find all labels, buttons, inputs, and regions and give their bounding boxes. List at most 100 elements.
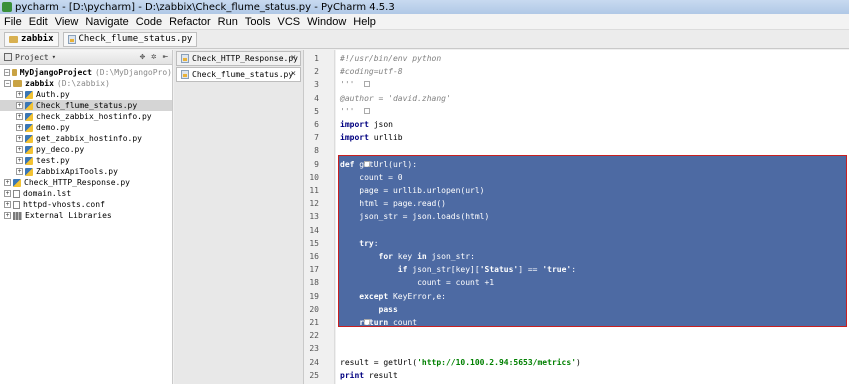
tree-item-label: Check_HTTP_Response.py [24, 178, 130, 187]
tree-item-label: External Libraries [25, 211, 112, 220]
code-line[interactable]: ''' [340, 78, 354, 91]
menu-refactor[interactable]: Refactor [167, 16, 216, 28]
collapse-all-icon[interactable]: ✥ [140, 52, 145, 62]
fold-marker-icon[interactable] [364, 107, 370, 114]
tree-item[interactable]: + get_zabbix_hostinfo.py [0, 133, 172, 144]
code-line[interactable]: pass [340, 303, 398, 316]
code-line[interactable]: result = getUrl('http://10.100.2.94:5653… [340, 356, 581, 369]
expand-toggle-icon[interactable]: + [16, 91, 23, 98]
code-line[interactable]: #coding=utf-8 [340, 65, 403, 78]
line-number: 15 [309, 238, 319, 248]
line-number: 22 [309, 331, 319, 341]
tab-check-flume-status[interactable]: Check_flume_status.py × [176, 67, 301, 82]
line-number: 8 [314, 146, 319, 156]
settings-icon[interactable]: ✲ [151, 52, 156, 62]
close-icon[interactable]: × [291, 69, 296, 79]
code-line[interactable]: @author = 'david.zhang' [340, 92, 451, 105]
menu-edit[interactable]: Edit [27, 16, 53, 28]
code-line[interactable]: except KeyError,e: [340, 290, 446, 303]
python-file-icon [25, 123, 33, 132]
tree-item[interactable]: + demo.py [0, 122, 172, 133]
tree-item[interactable]: + Auth.py [0, 89, 172, 100]
tree-item[interactable]: + py_deco.py [0, 144, 172, 155]
expand-toggle-icon[interactable]: + [4, 190, 11, 197]
line-number: 19 [309, 291, 319, 301]
tree-item[interactable]: + External Libraries [0, 210, 172, 221]
tree-item[interactable]: + check_zabbix_hostinfo.py [0, 111, 172, 122]
line-number: 18 [309, 278, 319, 288]
code-line[interactable]: for key in json_str: [340, 250, 475, 263]
menu-help[interactable]: Help [351, 16, 381, 28]
tree-item[interactable]: + Check_flume_status.py [0, 100, 172, 111]
code-line[interactable]: json_str = json.loads(html) [340, 210, 489, 223]
tree-item-label: domain.lst [23, 189, 72, 198]
line-number: 10 [309, 172, 319, 182]
code-line[interactable]: count = 0 [340, 171, 402, 184]
project-panel-header[interactable]: Project ▾ ✥ ✲ ⇤ [0, 50, 172, 65]
expand-toggle-icon[interactable]: + [16, 146, 23, 153]
tree-item[interactable]: − zabbix (D:\zabbix) [0, 78, 172, 89]
expand-toggle-icon[interactable]: + [4, 179, 11, 186]
tree-item[interactable]: + domain.lst [0, 188, 172, 199]
menu-window[interactable]: Window [305, 16, 351, 28]
tree-item[interactable]: + httpd-vhosts.conf [0, 199, 172, 210]
line-number: 9 [314, 159, 319, 169]
project-icon [4, 53, 12, 61]
tree-item[interactable]: + test.py [0, 155, 172, 166]
expand-toggle-icon[interactable]: + [16, 102, 23, 109]
expand-toggle-icon[interactable]: + [4, 201, 11, 208]
tree-item[interactable]: + ZabbixApiTools.py [0, 166, 172, 177]
expand-toggle-icon[interactable]: + [16, 124, 23, 131]
python-file-icon [25, 101, 33, 110]
code-line[interactable]: page = urllib.urlopen(url) [340, 184, 484, 197]
tree-item-label: check_zabbix_hostinfo.py [36, 112, 152, 121]
expand-toggle-icon[interactable]: − [4, 80, 11, 87]
code-line[interactable]: import json [340, 118, 393, 131]
tree-item[interactable]: + Check_HTTP_Response.py [0, 177, 172, 188]
code-line[interactable]: #!/usr/bin/env python [340, 52, 441, 65]
code-line[interactable]: ''' [340, 105, 354, 118]
line-number: 5 [314, 106, 319, 116]
menu-file[interactable]: File [2, 16, 27, 28]
expand-toggle-icon[interactable]: + [16, 135, 23, 142]
expand-toggle-icon[interactable]: + [16, 168, 23, 175]
tree-item[interactable]: − MyDjangoProject (D:\MyDjangoPro) [0, 67, 172, 78]
menu-view[interactable]: View [53, 16, 84, 28]
chevron-down-icon[interactable]: ▾ [52, 53, 56, 61]
code-line[interactable]: import urllib [340, 131, 403, 144]
tree-item-label: demo.py [36, 123, 70, 132]
tree-item-label: get_zabbix_hostinfo.py [36, 134, 142, 143]
close-icon[interactable]: × [291, 53, 296, 63]
code-line[interactable]: return count [340, 316, 417, 329]
python-file-icon [13, 178, 21, 187]
expand-toggle-icon[interactable]: + [4, 212, 11, 219]
expand-toggle-icon[interactable]: − [4, 69, 10, 76]
breadcrumb-file[interactable]: Check_flume_status.py [62, 31, 198, 47]
line-number: 3 [314, 80, 319, 90]
menu-bar: File Edit View Navigate Code Refactor Ru… [0, 14, 849, 30]
tab-check-http-response[interactable]: Check_HTTP_Response.py × [176, 51, 301, 66]
fold-marker-icon[interactable] [364, 81, 370, 88]
library-icon [13, 211, 22, 220]
breadcrumb-folder[interactable]: zabbix [4, 31, 59, 47]
tree-item-label: httpd-vhosts.conf [23, 200, 105, 209]
menu-navigate[interactable]: Navigate [83, 16, 133, 28]
expand-toggle-icon[interactable]: + [16, 113, 23, 120]
code-line[interactable]: try: [340, 237, 378, 250]
code-line[interactable]: if json_str[key]['Status'] == 'true': [340, 263, 576, 276]
expand-toggle-icon[interactable]: + [16, 157, 23, 164]
menu-code[interactable]: Code [134, 16, 167, 28]
code-line[interactable]: def getUrl(url): [340, 158, 417, 171]
hide-icon[interactable]: ⇤ [163, 52, 168, 62]
menu-run[interactable]: Run [216, 16, 243, 28]
code-line[interactable]: print result [340, 369, 398, 382]
menu-tools[interactable]: Tools [243, 16, 276, 28]
tree-item-label: Check_flume_status.py [36, 101, 138, 110]
folder-icon [13, 80, 22, 87]
code-line[interactable]: count = count +1 [340, 276, 494, 289]
line-number: 4 [314, 93, 319, 103]
tree-item-path: (D:\zabbix) [56, 79, 110, 88]
menu-vcs[interactable]: VCS [276, 16, 306, 28]
code-line[interactable]: html = page.read() [340, 197, 446, 210]
code-editor[interactable]: #!/usr/bin/env python #coding=utf-8 ''' @au… [336, 50, 849, 384]
